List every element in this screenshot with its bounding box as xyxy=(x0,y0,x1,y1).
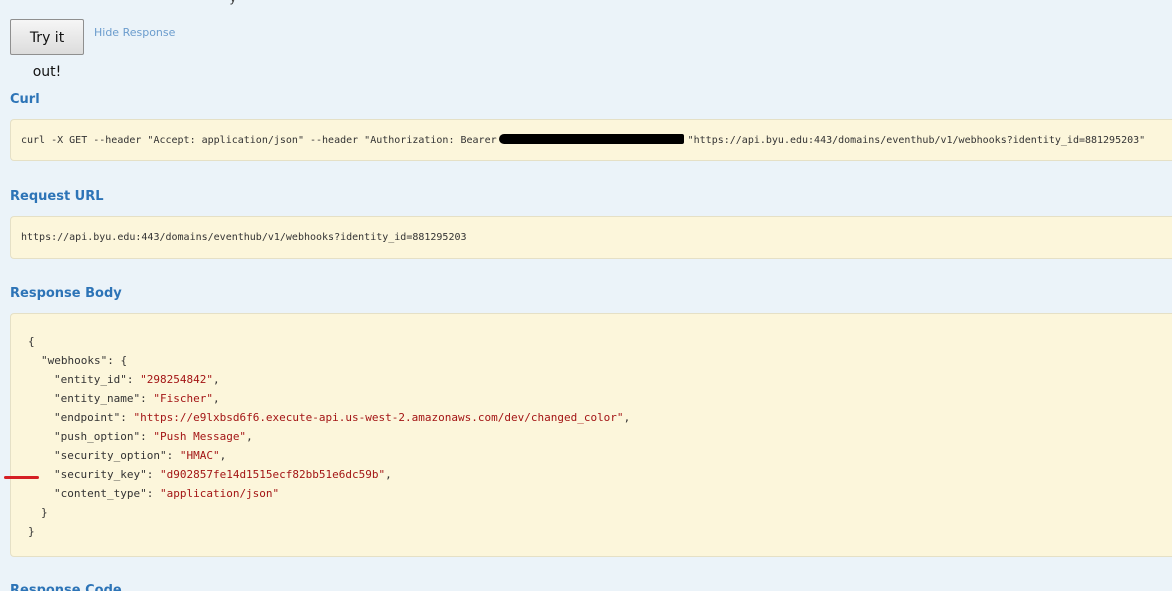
json-line-entity-id: "entity_id": "298254842", xyxy=(54,373,220,386)
curl-command: curl -X GET --header "Accept: applicatio… xyxy=(21,134,1145,147)
curl-panel: curl -X GET --header "Accept: applicatio… xyxy=(10,119,1172,161)
json-line-security-option: "security_option": "HMAC", xyxy=(54,449,227,462)
json-line-push-option: "push_option": "Push Message", xyxy=(54,430,253,443)
response-code-heading: Response Code xyxy=(10,583,122,591)
redacted-token xyxy=(498,134,684,144)
hide-response-link[interactable]: Hide Response xyxy=(94,26,175,40)
json-line-security-key: "security_key": "d902857fe14d1515ecf82bb… xyxy=(54,468,392,481)
response-body-panel: { "webhooks": { "entity_id": "298254842"… xyxy=(10,313,1172,557)
curl-command-url: "https://api.byu.edu:443/domains/eventhu… xyxy=(687,135,1146,146)
request-url-value: https://api.byu.edu:443/domains/eventhub… xyxy=(21,232,467,243)
json-line-webhooks-close: } xyxy=(41,506,48,519)
partial-top-text: y xyxy=(230,0,250,5)
json-line-webhooks: "webhooks": { xyxy=(41,354,128,367)
curl-heading: Curl xyxy=(10,92,40,107)
response-body-heading: Response Body xyxy=(10,286,122,301)
json-line-open: { xyxy=(28,335,35,348)
try-it-out-button[interactable]: Try it out! xyxy=(10,19,84,80)
request-url-panel: https://api.byu.edu:443/domains/eventhub… xyxy=(10,216,1172,259)
json-line-close: } xyxy=(28,525,35,538)
curl-command-prefix: curl -X GET --header "Accept: applicatio… xyxy=(21,135,497,146)
json-line-endpoint: "endpoint": "https://e9lxbsd6f6.execute-… xyxy=(54,411,631,424)
json-line-entity-name: "entity_name": "Fischer", xyxy=(54,392,220,405)
red-annotation-marker xyxy=(4,476,39,479)
json-line-content-type: "content_type": "application/json" xyxy=(54,487,280,500)
api-response-page: y Try it out! Hide Response Curl curl -X… xyxy=(0,0,1172,591)
request-url-heading: Request URL xyxy=(10,189,104,204)
